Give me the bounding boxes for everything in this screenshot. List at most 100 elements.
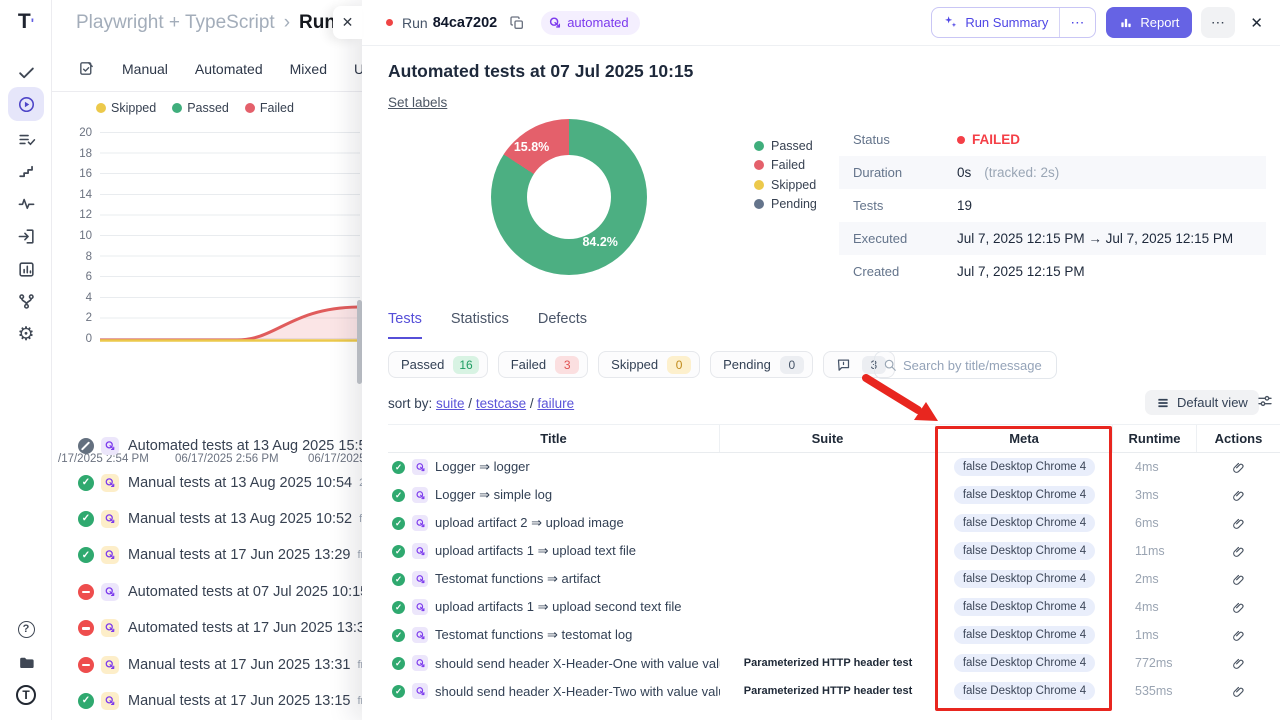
run-list-item[interactable]: Manual tests at 17 Jun 2025 13:15 from (52, 683, 363, 719)
test-title: Logger ⇒ logger (435, 459, 530, 475)
test-runtime: 4ms (1113, 460, 1197, 474)
meta-badge[interactable]: false Desktop Chrome 4 (954, 458, 1095, 476)
meta-badge[interactable]: false Desktop Chrome 4 (954, 654, 1095, 672)
run-summary-button[interactable]: Run Summary ⋯ (931, 7, 1096, 38)
run-list-item[interactable]: Manual tests at 17 Jun 2025 13:29 from (52, 537, 363, 573)
drawer-collapse-button[interactable]: ✕ (333, 6, 362, 39)
meta-badge[interactable]: false Desktop Chrome 4 (954, 570, 1095, 588)
column-header[interactable]: Suite (720, 425, 936, 452)
meta-badge[interactable]: false Desktop Chrome 4 (954, 542, 1095, 560)
bar-chart-icon (1119, 16, 1133, 30)
table-row[interactable]: Testomat functions ⇒ artifact false Desk… (388, 565, 1280, 593)
detail-tab[interactable]: Statistics (451, 311, 509, 339)
runs-tab[interactable]: Automated (195, 61, 263, 77)
detail-tab[interactable]: Tests (388, 311, 422, 339)
run-type-icon (101, 583, 119, 601)
table-row[interactable]: Logger ⇒ simple log false Desktop Chrome… (388, 481, 1280, 509)
automated-test-icon (412, 487, 428, 503)
view-settings-icon[interactable] (1257, 393, 1273, 414)
runs-icon[interactable] (8, 87, 44, 121)
table-row[interactable]: upload artifacts 1 ⇒ upload second text … (388, 593, 1280, 621)
meta-badge[interactable]: false Desktop Chrome 4 (954, 682, 1095, 700)
table-row[interactable]: Testomat functions ⇒ testomat log false … (388, 621, 1280, 649)
breadcrumb-project[interactable]: Playwright + TypeScript (76, 12, 275, 34)
status-filters: Passed 16 Failed 3 Skipped 0 Pen (388, 351, 895, 378)
legend-item[interactable]: Failed (754, 156, 817, 176)
activity-icon[interactable] (8, 188, 44, 218)
link-icon[interactable] (1231, 460, 1246, 475)
report-button[interactable]: Report (1106, 7, 1192, 38)
filter-label: Skipped (611, 357, 658, 372)
run-summary-more-button[interactable]: ⋯ (1059, 8, 1095, 37)
link-icon[interactable] (1231, 488, 1246, 503)
test-passed-icon (392, 517, 405, 530)
run-list-item[interactable]: Manual tests at 17 Jun 2025 13:31 from (52, 646, 363, 682)
test-title: Testomat functions ⇒ artifact (435, 571, 601, 587)
help-icon[interactable]: ? (8, 614, 44, 644)
meta-badge[interactable]: false Desktop Chrome 4 (954, 486, 1095, 504)
link-icon[interactable] (1231, 656, 1246, 671)
run-list-item[interactable]: Manual tests at 13 Aug 2025 10:52 from (52, 501, 363, 537)
link-icon[interactable] (1231, 628, 1246, 643)
table-row[interactable]: upload artifacts 1 ⇒ upload text file fa… (388, 537, 1280, 565)
table-row[interactable]: should send header X-Header-One with val… (388, 649, 1280, 677)
default-view-button[interactable]: Default view (1145, 390, 1259, 415)
run-list-item[interactable]: Automated tests at 17 Jun 2025 13:30 (52, 610, 363, 646)
sort-link[interactable]: testcase (476, 396, 526, 411)
run-list-item[interactable]: Automated tests at 13 Aug 2025 15:53 (52, 428, 363, 464)
table-row[interactable]: Logger ⇒ logger false Desktop Chrome 4 4… (388, 453, 1280, 481)
settings-icon[interactable]: ⚙ (8, 319, 44, 349)
checklist-icon[interactable] (8, 124, 44, 154)
detail-tab[interactable]: Defects (538, 311, 587, 339)
search-input[interactable] (903, 358, 1048, 373)
test-runtime: 6ms (1113, 516, 1197, 530)
steps-icon[interactable] (8, 156, 44, 186)
projects-icon[interactable] (8, 647, 44, 677)
legend-item[interactable]: Skipped (754, 175, 817, 195)
meta-badge[interactable]: false Desktop Chrome 4 (954, 514, 1095, 532)
run-title-heading: Automated tests at 07 Jul 2025 10:15 (388, 61, 693, 82)
automated-badge[interactable]: automated (541, 11, 639, 35)
sort-link[interactable]: failure (537, 396, 574, 411)
legend-item[interactable]: Pending (754, 195, 817, 215)
report-icon[interactable] (8, 254, 44, 284)
drawer-header: Run 84ca7202 automated Run Summary ⋯ Rep… (362, 0, 1280, 46)
close-icon[interactable]: ✕ (1250, 14, 1263, 32)
table-row[interactable]: should send header X-Header-Two with val… (388, 677, 1280, 705)
column-header[interactable]: Runtime (1113, 425, 1197, 452)
run-list-item[interactable]: Manual tests at 13 Aug 2025 10:54 2 (52, 464, 363, 500)
set-labels-link[interactable]: Set labels (388, 95, 447, 110)
branch-icon[interactable] (8, 286, 44, 316)
copy-icon[interactable] (509, 15, 525, 31)
filter-pill[interactable]: Passed 16 (388, 351, 488, 378)
filter-count-badge: 16 (453, 356, 478, 374)
runs-panel: Playwright + TypeScript › Runs ManualAut… (52, 0, 363, 720)
column-header[interactable]: Actions (1197, 425, 1280, 452)
import-icon[interactable] (8, 221, 44, 251)
filter-pill[interactable]: Skipped 0 (598, 351, 700, 378)
runs-tab[interactable]: Manual (122, 61, 168, 77)
runs-tab[interactable]: Mixed (290, 61, 327, 77)
link-icon[interactable] (1231, 544, 1246, 559)
sort-link[interactable]: suite (436, 396, 465, 411)
filter-pill[interactable]: Pending 0 (710, 351, 813, 378)
info-label: Executed (839, 231, 957, 246)
account-logo-icon[interactable]: T (8, 680, 44, 710)
link-icon[interactable] (1231, 572, 1246, 587)
table-row[interactable]: upload artifact 2 ⇒ upload image false D… (388, 509, 1280, 537)
test-passed-icon (392, 545, 405, 558)
run-type-icon (101, 437, 119, 455)
meta-badge[interactable]: false Desktop Chrome 4 (954, 598, 1095, 616)
meta-badge[interactable]: false Desktop Chrome 4 (954, 626, 1095, 644)
select-runs-icon[interactable] (78, 60, 95, 77)
filter-pill[interactable]: Failed 3 (498, 351, 588, 378)
check-icon[interactable] (8, 57, 44, 87)
column-header[interactable]: Title (388, 425, 720, 452)
more-actions-button[interactable]: ⋯ (1201, 7, 1235, 38)
column-header[interactable]: Meta (936, 425, 1113, 452)
legend-item[interactable]: Passed (754, 136, 817, 156)
run-list-item[interactable]: Automated tests at 07 Jul 2025 10:15 (52, 574, 363, 610)
link-icon[interactable] (1231, 684, 1246, 699)
link-icon[interactable] (1231, 600, 1246, 615)
link-icon[interactable] (1231, 516, 1246, 531)
